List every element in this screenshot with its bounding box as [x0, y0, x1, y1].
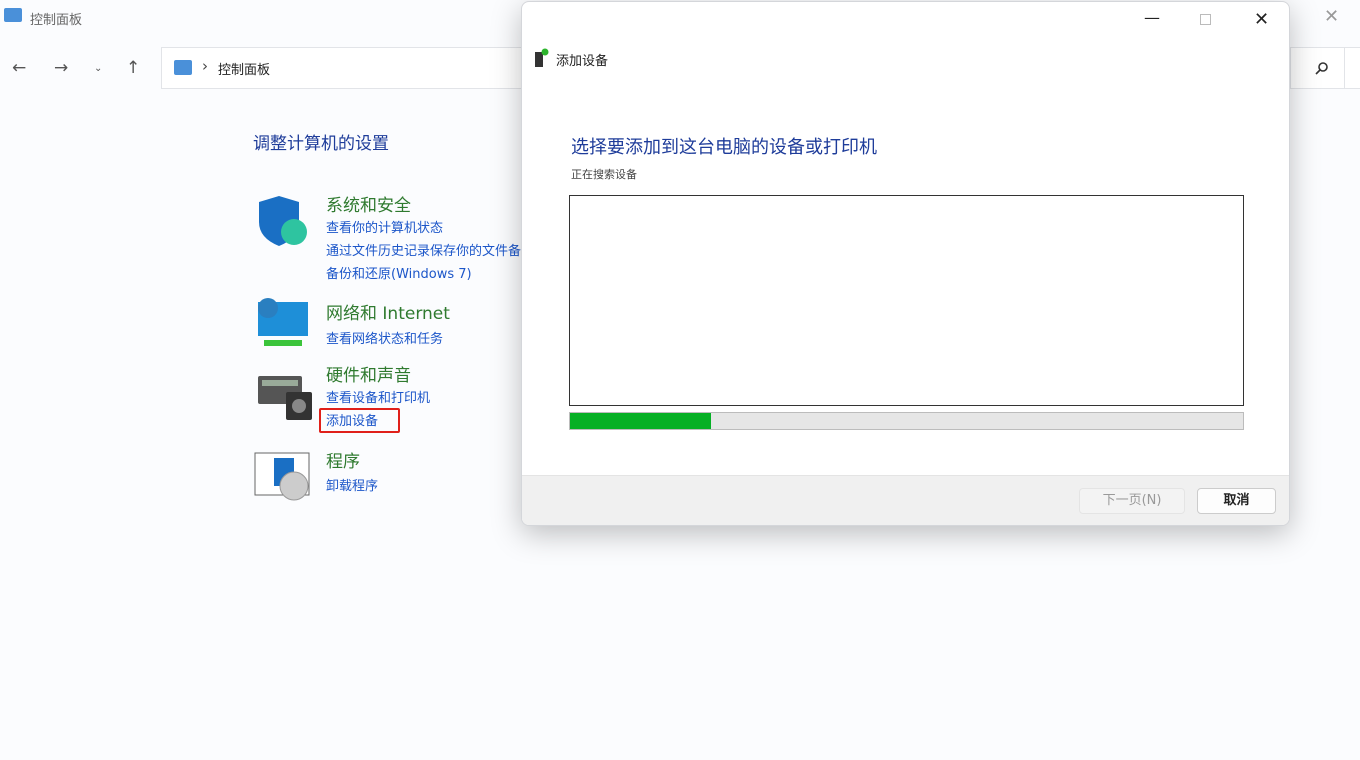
link-view-network-status[interactable]: 查看网络状态和任务: [326, 328, 443, 347]
control-panel-icon: [174, 60, 192, 75]
dialog-footer: 下一页(N) 取消: [522, 475, 1289, 525]
link-view-devices-printers[interactable]: 查看设备和打印机: [326, 387, 430, 406]
printer-icon: [256, 372, 314, 422]
recent-dropdown-button[interactable]: ⌄: [94, 63, 102, 74]
network-icon: [254, 296, 312, 352]
device-list[interactable]: [569, 195, 1244, 406]
programs-icon: [254, 452, 312, 502]
category-programs[interactable]: 程序: [326, 447, 360, 472]
link-file-history[interactable]: 通过文件历史记录保存你的文件备份副本: [326, 240, 521, 259]
dialog-heading: 选择要添加到这台电脑的设备或打印机: [571, 133, 877, 159]
shield-icon: [257, 196, 312, 248]
search-status: 正在搜索设备: [571, 166, 637, 182]
maximize-button[interactable]: [1200, 14, 1211, 25]
up-button[interactable]: ↑: [126, 58, 140, 78]
category-system-security[interactable]: 系统和安全: [326, 191, 411, 216]
window-title: 控制面板: [30, 9, 82, 28]
control-panel-app-icon: [4, 8, 22, 22]
category-hardware-sound[interactable]: 硬件和声音: [326, 361, 411, 386]
main-close-button[interactable]: ✕: [1324, 6, 1339, 27]
dialog-title: 添加设备: [556, 50, 608, 69]
forward-button[interactable]: →: [54, 58, 68, 78]
back-button[interactable]: ←: [12, 58, 26, 78]
page-heading: 调整计算机的设置: [253, 129, 389, 154]
link-view-computer-status[interactable]: 查看你的计算机状态: [326, 217, 443, 236]
link-uninstall-program[interactable]: 卸载程序: [326, 475, 378, 494]
add-device-dialog: — ✕ 添加设备 选择要添加到这台电脑的设备或打印机 正在搜索设备 下一页(N)…: [521, 1, 1290, 526]
search-progress-bar: [569, 412, 1244, 430]
category-network-internet[interactable]: 网络和 Internet: [326, 299, 450, 324]
chevron-right-icon: ›: [202, 57, 208, 75]
progress-fill: [570, 413, 711, 429]
search-icon: [1315, 61, 1329, 75]
link-backup-restore[interactable]: 备份和还原(Windows 7): [326, 263, 472, 282]
breadcrumb-control-panel[interactable]: 控制面板: [218, 59, 270, 78]
highlight-box: [319, 408, 400, 433]
search-box[interactable]: [1290, 47, 1345, 89]
minimize-button[interactable]: —: [1144, 8, 1160, 27]
close-button[interactable]: ✕: [1254, 9, 1269, 30]
cancel-button[interactable]: 取消: [1197, 488, 1276, 514]
add-device-icon: [534, 48, 550, 68]
next-button[interactable]: 下一页(N): [1079, 488, 1185, 514]
